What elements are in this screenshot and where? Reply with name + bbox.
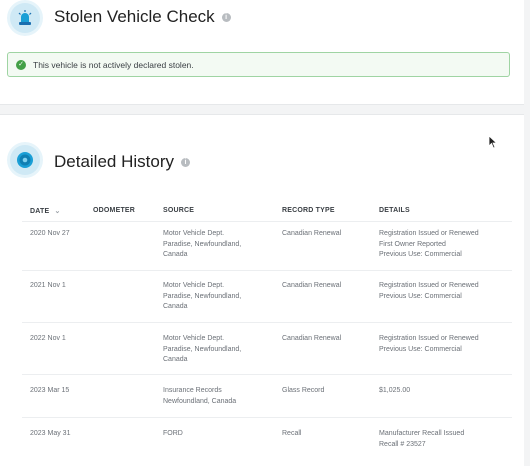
info-icon[interactable]: i	[181, 157, 190, 167]
column-header-details: DETAILS	[379, 207, 410, 214]
detailed-history-card: Detailed History i DATE ⌄ ODOMETER SOURC…	[0, 114, 524, 466]
info-icon[interactable]: i	[221, 12, 231, 22]
row-record-type: Canadian Renewal	[282, 282, 342, 289]
row-record-type: Canadian Renewal	[282, 335, 342, 342]
row-record-type: Canadian Renewal	[282, 230, 342, 237]
detailed-history-title: Detailed History i	[54, 152, 190, 172]
row-details: Registration Issued or Renewed Previous …	[379, 335, 479, 353]
row-date: 2021 Nov 1	[30, 282, 66, 289]
stolen-check-title-text: Stolen Vehicle Check	[54, 7, 215, 26]
siren-icon	[10, 3, 40, 33]
row-source: Motor Vehicle Dept. Paradise, Newfoundla…	[163, 230, 242, 258]
row-date: 2022 Nov 1	[30, 335, 66, 342]
row-source: Motor Vehicle Dept. Paradise, Newfoundla…	[163, 335, 242, 363]
row-details: Registration Issued or Renewed First Own…	[379, 230, 479, 258]
row-details: Registration Issued or Renewed Previous …	[379, 282, 479, 300]
check-circle-icon: ✓	[16, 59, 26, 70]
not-stolen-alert: ✓ This vehicle is not actively declared …	[7, 52, 510, 77]
row-source: Motor Vehicle Dept. Paradise, Newfoundla…	[163, 282, 242, 310]
row-date: 2023 May 31	[30, 430, 71, 437]
row-divider	[22, 374, 512, 375]
row-divider	[22, 417, 512, 418]
column-header-date[interactable]: DATE ⌄	[30, 207, 61, 215]
row-divider	[22, 270, 512, 271]
detailed-history-title-text: Detailed History	[54, 152, 174, 171]
mouse-pointer-icon	[488, 135, 498, 149]
row-details: $1,025.00	[379, 387, 411, 394]
row-record-type: Recall	[282, 430, 302, 437]
chevron-down-icon[interactable]: ⌄	[55, 208, 61, 215]
row-source: Insurance Records Newfoundland, Canada	[163, 387, 237, 405]
row-source: FORD	[163, 430, 183, 437]
row-details: Manufacturer Recall Issued Recall # 2352…	[379, 430, 465, 448]
history-badge-icon	[10, 145, 40, 175]
row-record-type: Glass Record	[282, 387, 325, 394]
stolen-check-title: Stolen Vehicle Check i	[54, 7, 231, 27]
row-divider	[22, 322, 512, 323]
header-divider	[22, 221, 512, 222]
column-header-odometer: ODOMETER	[93, 207, 136, 214]
column-header-date-label: DATE	[30, 208, 50, 215]
stolen-vehicle-check-card: Stolen Vehicle Check i ✓ This vehicle is…	[0, 0, 524, 105]
alert-text: This vehicle is not actively declared st…	[33, 59, 194, 70]
row-date: 2023 Mar 15	[30, 387, 70, 394]
row-date: 2020 Nov 27	[30, 230, 70, 237]
column-header-record-type: RECORD TYPE	[282, 207, 335, 214]
column-header-source: SOURCE	[163, 207, 195, 214]
